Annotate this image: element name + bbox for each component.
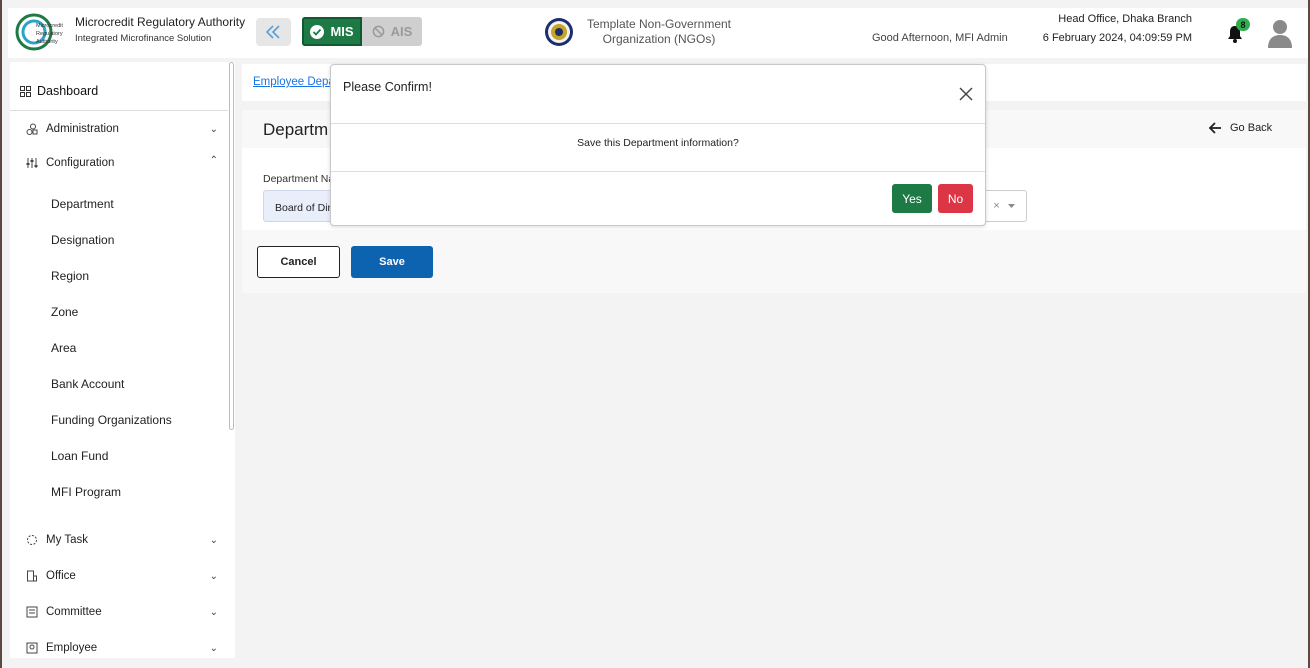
department-name-label: Department Na — [263, 173, 335, 185]
sidebar-office-label: Office — [46, 570, 76, 582]
task-icon — [27, 535, 37, 545]
sidebar-administration-label: Administration — [46, 123, 119, 135]
sidebar-subitem-loan-fund[interactable]: Loan Fund — [51, 449, 108, 463]
ngo-name: Template Non-Government Organization (NG… — [586, 17, 732, 46]
confirm-dialog: Please Confirm! Save this Department inf… — [330, 64, 986, 226]
org-title: Microcredit Regulatory Authority — [75, 15, 246, 29]
greeting-text: Good Afternoon, MFI Admin — [872, 32, 1008, 44]
page-title: Departm — [263, 120, 329, 139]
chevron-up-icon: ⌃ — [209, 155, 218, 166]
go-back-label: Go Back — [1230, 122, 1273, 134]
user-avatar-icon[interactable] — [1266, 18, 1294, 48]
sidebar-item-my-task[interactable]: My Task ⌄ — [26, 534, 218, 546]
sidebar-subitem-department[interactable]: Department — [51, 197, 114, 211]
committee-icon — [26, 606, 38, 618]
sidebar-subitem-zone[interactable]: Zone — [51, 305, 78, 319]
arrow-left-icon — [1208, 122, 1221, 134]
sidebar-item-committee[interactable]: Committee ⌄ — [26, 606, 218, 618]
sidebar-subitem-mfi-program[interactable]: MFI Program — [51, 485, 121, 499]
ban-icon — [372, 25, 385, 38]
grid-icon — [20, 85, 31, 97]
chevron-down-icon: ⌄ — [209, 534, 218, 546]
current-datetime: 6 February 2024, 04:09:59 PM — [1042, 32, 1192, 44]
save-button[interactable]: Save — [351, 246, 433, 278]
chevron-down-icon: ⌄ — [209, 606, 218, 618]
government-seal-icon — [545, 18, 573, 46]
sidebar-subitem-bank-account[interactable]: Bank Account — [51, 377, 124, 391]
dialog-title: Please Confirm! — [343, 80, 432, 94]
dialog-message: Save this Department information? — [577, 137, 739, 149]
yes-button[interactable]: Yes — [892, 184, 932, 213]
sidebar-item-administration[interactable]: Administration ⌄ — [26, 123, 218, 135]
admin-icon — [26, 123, 38, 135]
employee-icon — [26, 642, 38, 654]
mode-ais-label: AIS — [390, 24, 413, 39]
logo-text-3: Authority — [36, 39, 58, 45]
sidebar: Dashboard Administration ⌄ Configuration… — [10, 62, 235, 658]
sidebar-collapse-button[interactable] — [256, 18, 291, 46]
close-icon[interactable] — [959, 87, 973, 101]
mra-logo-icon: Microcredit Regulatory Authority — [15, 13, 63, 51]
chevron-down-icon: ⌄ — [209, 570, 218, 582]
breadcrumb-link-employee-department[interactable]: Employee Depa — [253, 76, 335, 88]
sidebar-scrollbar[interactable] — [229, 62, 234, 430]
office-icon — [27, 570, 37, 582]
sidebar-subitem-region[interactable]: Region — [51, 269, 89, 283]
sidebar-subitem-designation[interactable]: Designation — [51, 233, 114, 247]
org-subtitle: Integrated Microfinance Solution — [75, 33, 212, 44]
double-chevron-left-icon — [265, 25, 280, 39]
sidebar-configuration-label: Configuration — [46, 157, 115, 169]
branch-name: Head Office, Dhaka Branch — [1058, 13, 1192, 25]
logo-text-1: Microcredit — [36, 23, 63, 29]
chevron-down-icon: ⌄ — [209, 642, 218, 654]
sidebar-employee-label: Employee — [46, 642, 98, 654]
department-select-controls[interactable]: × — [982, 190, 1027, 222]
go-back-button[interactable]: Go Back — [1208, 122, 1272, 134]
sidebar-divider — [10, 110, 228, 111]
logo-text-2: Regulatory — [36, 31, 63, 37]
sidebar-item-dashboard[interactable]: Dashboard — [20, 84, 98, 98]
sidebar-item-configuration[interactable]: Configuration ⌃ — [26, 155, 218, 169]
dialog-divider — [331, 171, 985, 172]
select-clear-icon[interactable]: × — [993, 200, 999, 212]
sidebar-item-employee[interactable]: Employee ⌄ — [26, 642, 218, 654]
caret-down-icon[interactable] — [1007, 203, 1015, 209]
top-header: Microcredit Regulatory Authority Microcr… — [8, 8, 1308, 58]
mode-mis-label: MIS — [330, 24, 354, 39]
no-button[interactable]: No — [938, 184, 973, 213]
sidebar-dashboard-label: Dashboard — [37, 84, 99, 98]
dialog-divider — [331, 123, 985, 124]
mode-ais-button[interactable]: AIS — [362, 17, 422, 46]
sidebar-item-office[interactable]: Office ⌄ — [26, 570, 218, 582]
mode-mis-button[interactable]: MIS — [302, 17, 362, 46]
sidebar-subitem-area[interactable]: Area — [51, 341, 76, 355]
check-circle-icon — [310, 24, 325, 39]
sidebar-committee-label: Committee — [46, 606, 102, 618]
mode-switch: MIS AIS — [302, 17, 422, 46]
sliders-icon — [26, 158, 38, 168]
chevron-down-icon: ⌄ — [209, 123, 218, 135]
cancel-button[interactable]: Cancel — [257, 246, 340, 278]
sidebar-my-task-label: My Task — [46, 534, 88, 546]
sidebar-subitem-funding-organizations[interactable]: Funding Organizations — [51, 413, 172, 427]
notification-badge: 8 — [1236, 18, 1250, 31]
